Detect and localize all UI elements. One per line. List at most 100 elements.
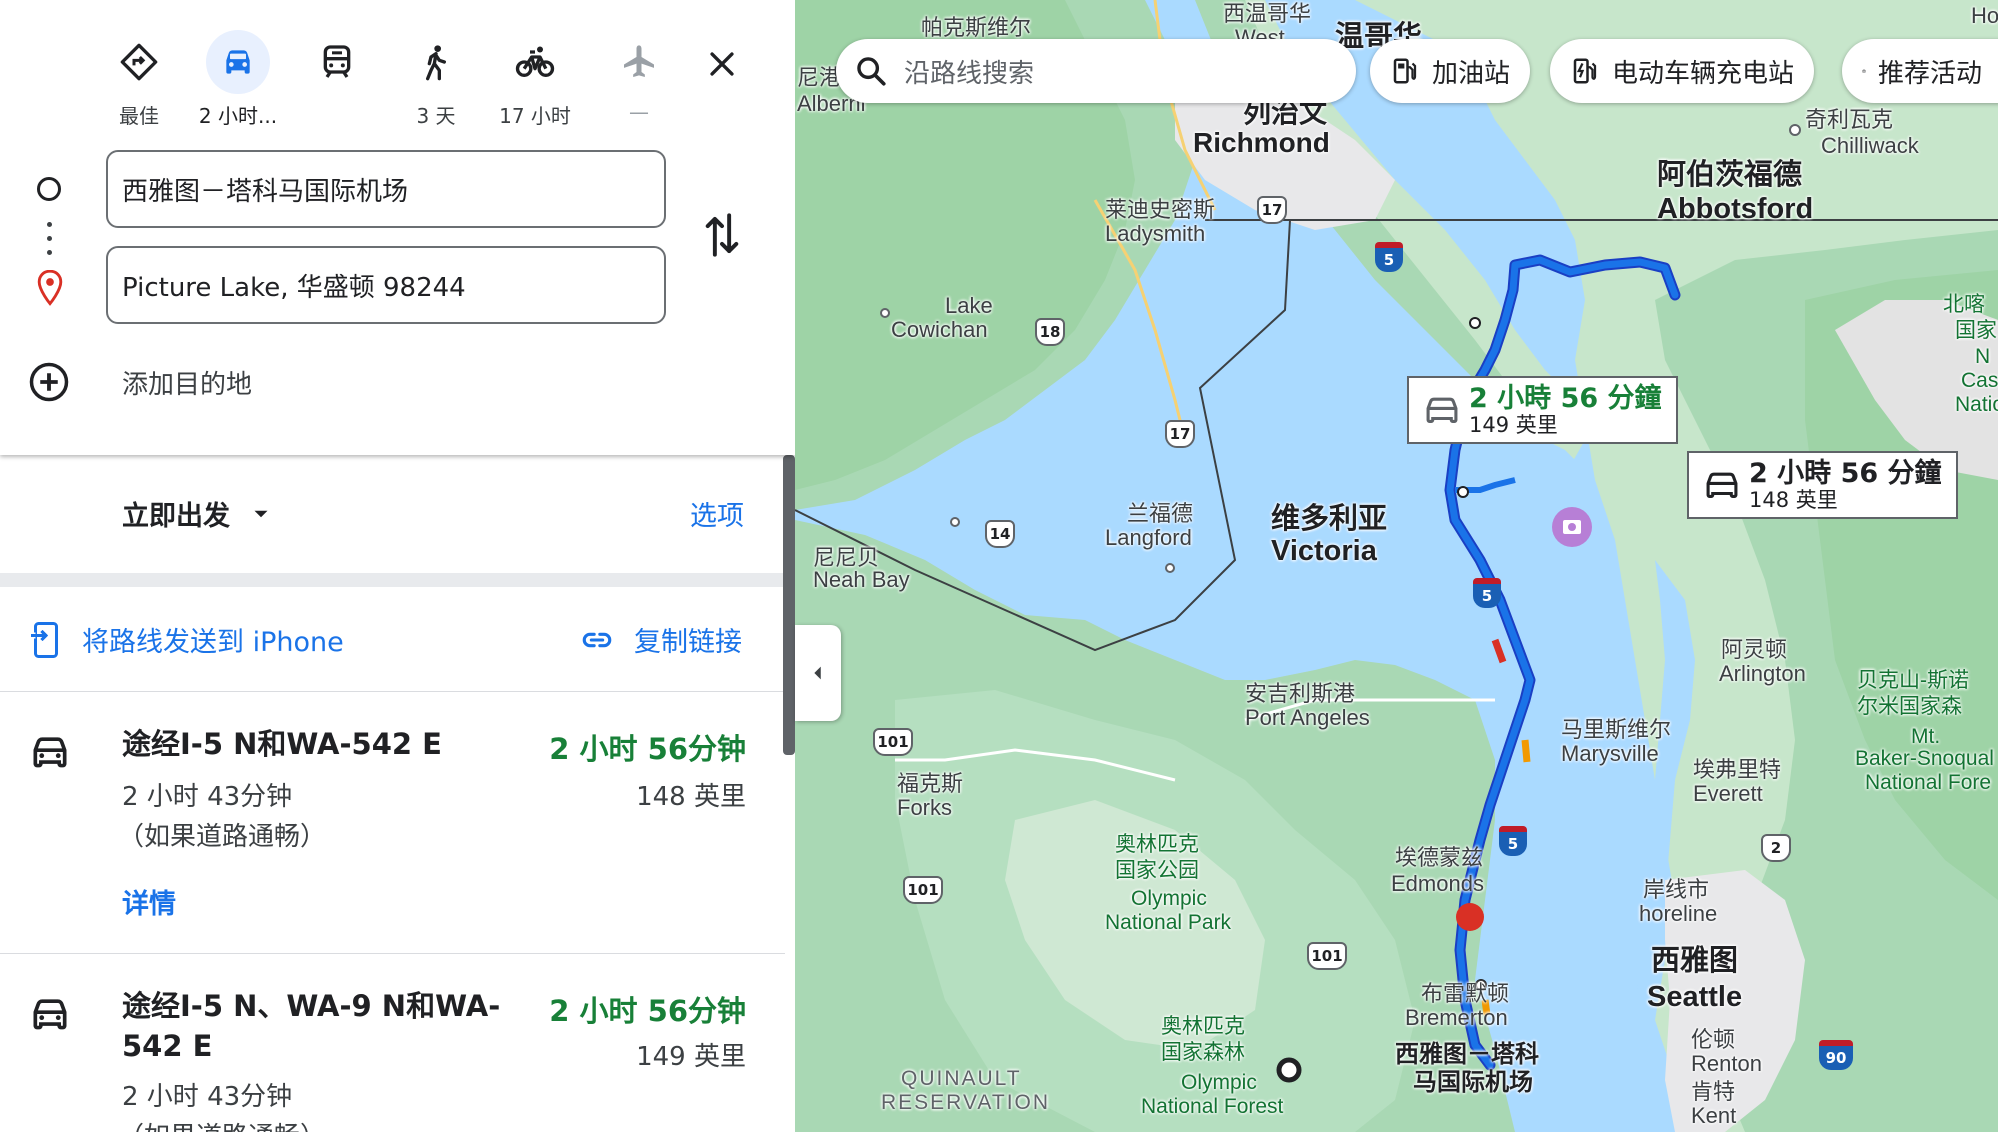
- route-distance: 149 英里: [636, 1042, 746, 1072]
- chip-things-to-do[interactable]: 推荐活动: [1842, 39, 1998, 103]
- mode-cycling[interactable]: 17 小时: [490, 30, 580, 128]
- origin-input[interactable]: 西雅图－塔科马国际机场: [106, 150, 666, 228]
- route-option[interactable]: 途经I-5 N和WA-542 E 2 小时 56分钟 2 小时 43分钟 148…: [0, 692, 785, 954]
- map-label-park: N: [1975, 345, 1991, 368]
- map-label-park: National Fore: [1865, 771, 1992, 794]
- origin-marker-icon: [37, 177, 61, 201]
- copy-link-button[interactable]: 复制链接: [580, 620, 742, 659]
- map-label-city: 莱迪史密斯: [1105, 197, 1216, 222]
- route-dot: [47, 222, 52, 227]
- map-label-city: Ladysmith: [1105, 221, 1206, 246]
- send-to-phone-button[interactable]: 将路线发送到 iPhone: [30, 620, 344, 659]
- map-label-city: Arlington: [1719, 661, 1806, 686]
- highway-shield: 2: [1761, 834, 1791, 862]
- map-label-park: 尔米国家森: [1857, 695, 1962, 718]
- collapse-panel-button[interactable]: [795, 625, 841, 721]
- map-label-park: 贝克山-斯诺: [1857, 669, 1969, 692]
- map-label-city: Port Angeles: [1245, 705, 1370, 730]
- map-label-park: Cas: [1961, 369, 1998, 392]
- flight-icon: [607, 30, 671, 94]
- mode-transit[interactable]: [292, 30, 382, 126]
- map-label-park: Olympic: [1131, 887, 1207, 910]
- map-label-city: 埃弗里特: [1693, 757, 1782, 782]
- interstate-shield: 5: [1375, 242, 1403, 272]
- map-label-city: 肯特: [1691, 1079, 1736, 1104]
- route-callout-alt[interactable]: 2 小時 56 分鐘 149 英里: [1407, 376, 1678, 444]
- map-label-park: Mt.: [1911, 725, 1941, 748]
- route-typical-note: （如果道路通畅）: [118, 1116, 326, 1132]
- map-label-city: horeline: [1639, 901, 1718, 926]
- route-distance: 148 英里: [636, 782, 746, 812]
- search-along-route-input[interactable]: 沿路线搜索: [836, 39, 1356, 103]
- close-directions-button[interactable]: [702, 44, 742, 84]
- route-typical-time: 2 小时 43分钟: [122, 782, 293, 812]
- depart-row: [0, 455, 795, 573]
- map-label-city: Edmonds: [1391, 871, 1484, 896]
- interstate-shield: 5: [1473, 578, 1501, 608]
- callout-time: 2 小時 56 分鐘: [1469, 383, 1662, 414]
- callout-time: 2 小時 56 分鐘: [1749, 458, 1942, 489]
- highway-shield: 101: [903, 876, 943, 904]
- panel-scrollbar[interactable]: [783, 455, 795, 755]
- route-duration: 2 小时 56分钟: [549, 994, 746, 1028]
- mode-label: 2 小时...: [198, 104, 278, 128]
- chevron-left-icon: [814, 666, 821, 680]
- swap-waypoints-icon[interactable]: [700, 210, 744, 260]
- mode-walking[interactable]: 3 天: [391, 30, 481, 128]
- section-divider: [0, 573, 795, 587]
- highway-shield: 18: [1035, 318, 1065, 346]
- mode-driving[interactable]: 2 小时...: [193, 30, 283, 128]
- mode-flights[interactable]: —: [594, 30, 684, 126]
- route-typical-time: 2 小时 43分钟: [122, 1082, 293, 1112]
- map-view[interactable]: 帕克斯维尔 西温哥华 West 温哥华 尼港 Alberni 列治文 Richm…: [795, 0, 1998, 1132]
- map-label-city: 布雷默顿: [1421, 981, 1510, 1006]
- chip-gas-stations[interactable]: 加油站: [1370, 39, 1531, 103]
- highway-shield: 101: [873, 728, 913, 756]
- interstate-shield: 5: [1499, 826, 1527, 856]
- depart-time-dropdown[interactable]: 立即出发: [122, 494, 274, 533]
- route-title: 途经I-5 N和WA-542 E: [122, 727, 442, 761]
- route-details-link[interactable]: 详情: [122, 882, 176, 921]
- route-dot: [47, 236, 52, 241]
- map-label-city: 埃德蒙兹: [1395, 845, 1484, 870]
- ev-charging-icon: [1573, 58, 1597, 84]
- chip-label: 加油站: [1432, 58, 1511, 89]
- highway-shield: 17: [1257, 196, 1287, 224]
- route-dot: [47, 250, 52, 255]
- directions-panel: 最佳 2 小时... 3 天 17 小时 — 西雅图－塔科马国际机场 Pictu…: [0, 0, 795, 1132]
- car-icon: [33, 737, 67, 768]
- search-placeholder: 沿路线搜索: [904, 58, 1035, 89]
- add-destination-button[interactable]: 添加目的地: [28, 362, 252, 402]
- route-option[interactable]: 途经I-5 N、WA-9 N和WA-542 E 2 小时 56分钟 149 英里…: [0, 954, 785, 1132]
- link-icon: [582, 632, 612, 647]
- chip-ev-charging[interactable]: 电动车辆充电站: [1550, 39, 1815, 103]
- depart-label: 立即出发: [122, 501, 230, 532]
- map-label-park: National Forest: [1141, 1095, 1284, 1118]
- map-label-city: Kent: [1691, 1103, 1737, 1128]
- route-callout-main[interactable]: 2 小時 56 分鐘 148 英里: [1687, 451, 1958, 519]
- map-label-city: 西雅图: [1651, 945, 1739, 977]
- map-label-city: Abbotsford: [1657, 193, 1814, 225]
- map-label-city: 安吉利斯港: [1245, 681, 1356, 706]
- map-label-park: 国家: [1955, 319, 1997, 342]
- map-label-park: Olympic: [1181, 1071, 1257, 1094]
- map-label-reservation: QUINAULT: [901, 1067, 1022, 1090]
- map-label-city: Victoria: [1271, 535, 1377, 567]
- copy-link-label: 复制链接: [634, 627, 742, 658]
- options-link[interactable]: 选项: [690, 494, 744, 533]
- map-label-city: 尼港: [797, 65, 842, 90]
- car-icon: [33, 999, 67, 1030]
- mode-best[interactable]: 最佳: [94, 30, 184, 128]
- map-label-park: National Park: [1105, 911, 1232, 934]
- map-label-park: 国家森林: [1161, 1041, 1245, 1064]
- map-label-city: Marysville: [1561, 741, 1659, 766]
- bike-icon: [503, 30, 567, 94]
- destination-pin-icon: [37, 270, 63, 306]
- map-label-city: 兰福德: [1127, 501, 1194, 526]
- interstate-shield: 90: [1819, 1040, 1853, 1070]
- map-label-city: Ho: [1971, 3, 1998, 28]
- map-label-park: 奥林匹克: [1161, 1015, 1245, 1038]
- chip-label: 电动车辆充电站: [1612, 58, 1795, 89]
- destination-input[interactable]: Picture Lake, 华盛顿 98244: [106, 246, 666, 324]
- map-label-city: Chilliwack: [1821, 133, 1919, 158]
